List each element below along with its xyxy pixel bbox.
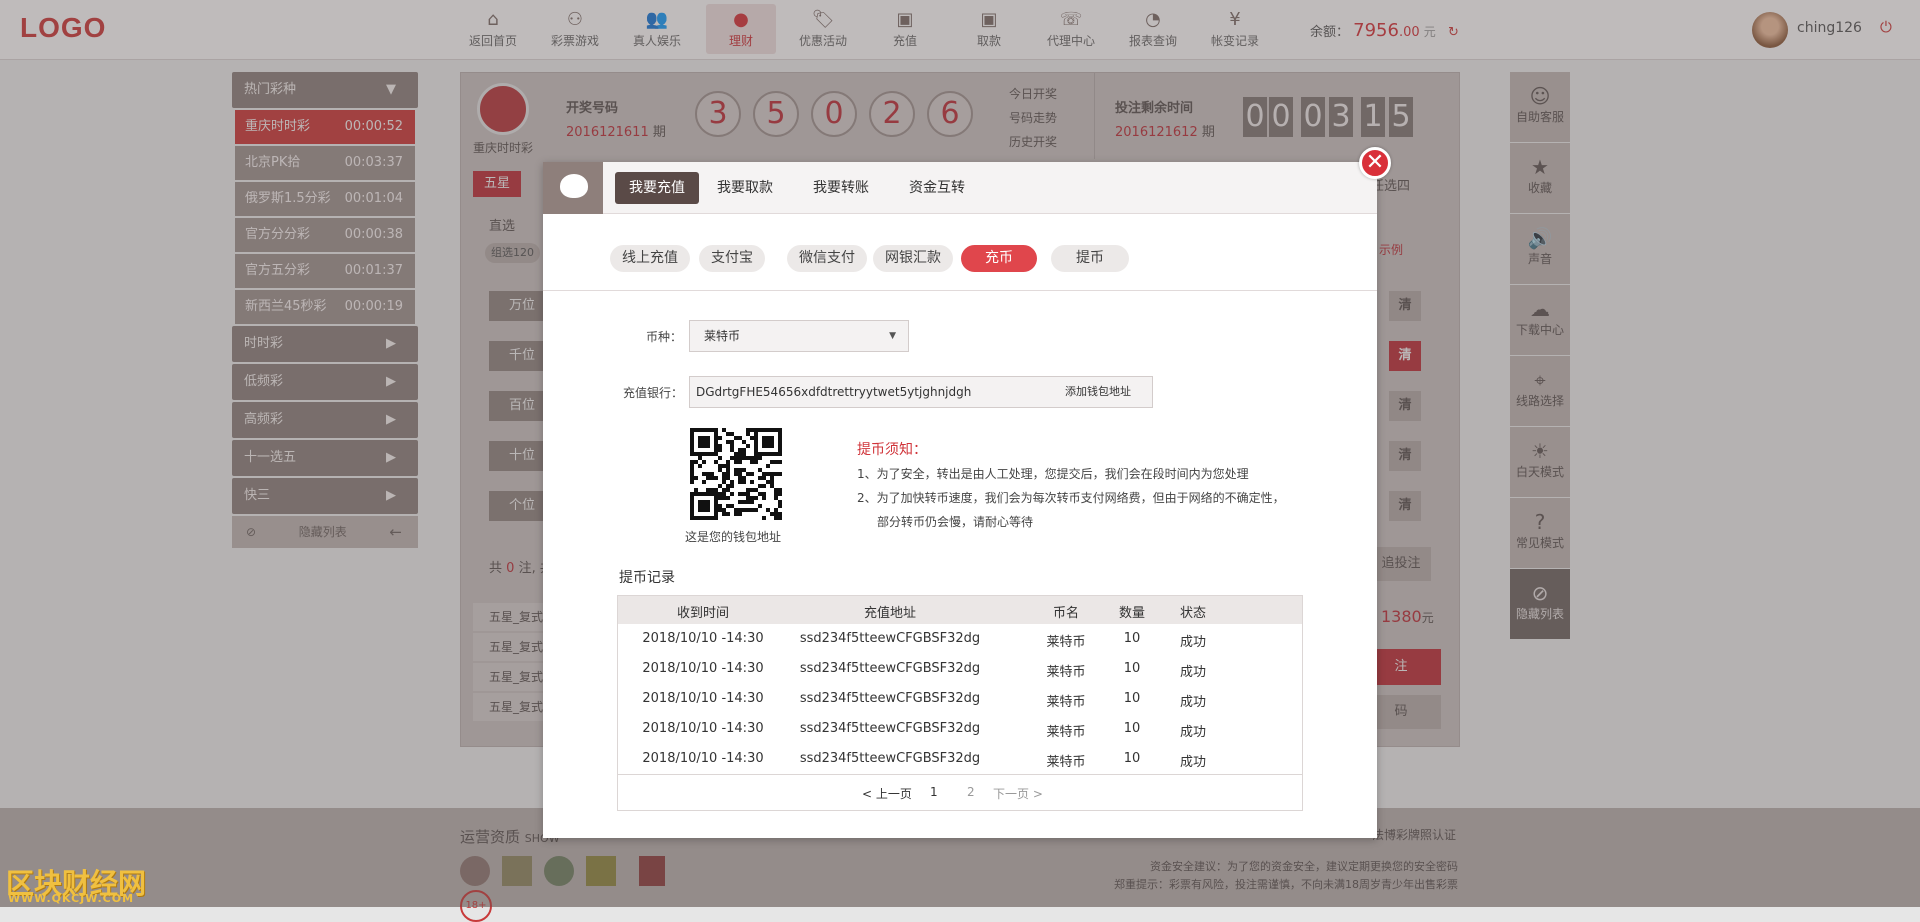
table-row: 2018/10/10 -14:30 ssd234f5tteewCFGBSF32dg… [618, 654, 1302, 684]
table-cell: 成功 [1179, 635, 1206, 650]
column-header: 收到时间 [676, 606, 729, 621]
wallet-address-field[interactable]: DGdrtgFHE54656xdfdtrettryytwet5ytjghnjdg… [689, 376, 1153, 408]
table-cell: 成功 [1179, 695, 1206, 710]
modal-tab-1[interactable]: 我要取款 [703, 172, 787, 204]
divider [543, 290, 1377, 291]
method-tab-5[interactable]: 提币 [1051, 245, 1129, 272]
table-row: 2018/10/10 -14:30 ssd234f5tteewCFGBSF32dg… [618, 684, 1302, 714]
qr-pattern [690, 428, 782, 520]
table-cell: 成功 [1179, 665, 1206, 680]
notice-line-2: 2、为了加快转币速度，我们会为每次转币支付网络费，但由于网络的不确定性， [857, 491, 1285, 505]
column-header: 状态 [1179, 606, 1206, 621]
notice-title: 提币须知： [857, 442, 927, 458]
table-cell: 2018/10/10 -14:30 [642, 751, 764, 766]
watermark-url: WWW.QKCJW.COM [8, 892, 135, 905]
modal-tab-2[interactable]: 我要转账 [799, 172, 883, 204]
table-cell: 成功 [1179, 755, 1206, 770]
method-tab-2[interactable]: 微信支付 [787, 245, 867, 272]
table-cell: 10 [1123, 691, 1141, 706]
pagination: < 上一页 1 2 下一页 > [618, 774, 1302, 810]
table-cell: 莱特币 [1046, 755, 1086, 770]
page-2-button[interactable]: 2 [967, 785, 975, 799]
next-page-button[interactable]: 下一页 > [993, 785, 1043, 802]
records-table: 收到时间 充值地址 币名 数量 状态 2018/10/10 -14:30 ssd234f5… [617, 595, 1303, 811]
add-wallet-button[interactable]: 添加钱包地址 [1044, 377, 1152, 407]
records-title: 提币记录 [619, 570, 675, 586]
table-cell: 莱特币 [1046, 725, 1086, 740]
bank-label: 充值银行： [623, 386, 684, 400]
method-tab-0[interactable]: 线上充值 [610, 245, 690, 272]
column-header: 充值地址 [863, 606, 916, 621]
table-cell: 2018/10/10 -14:30 [642, 691, 764, 706]
modal-tab-0[interactable]: 我要充值 [615, 172, 699, 204]
table-cell: 莱特币 [1046, 665, 1086, 680]
table-cell: ssd234f5tteewCFGBSF32dg [799, 661, 981, 676]
method-tab-4[interactable]: 充币 [961, 245, 1037, 272]
qr-code [690, 428, 782, 520]
table-header: 收到时间 充值地址 币名 数量 状态 [618, 596, 1302, 624]
coin-label: 币种： [646, 330, 683, 344]
table-cell: ssd234f5tteewCFGBSF32dg [799, 721, 981, 736]
notice-line-1: 1、为了安全，转出是由人工处理，您提交后，我们会在段时间内为您处理 [857, 467, 1249, 481]
table-row: 2018/10/10 -14:30 ssd234f5tteewCFGBSF32dg… [618, 744, 1302, 774]
prev-page-button[interactable]: < 上一页 [862, 785, 912, 802]
method-tab-1[interactable]: 支付宝 [699, 245, 765, 272]
table-cell: ssd234f5tteewCFGBSF32dg [799, 751, 981, 766]
column-header: 数量 [1118, 606, 1145, 621]
table-cell: 10 [1123, 721, 1141, 736]
table-row: 2018/10/10 -14:30 ssd234f5tteewCFGBSF32dg… [618, 714, 1302, 744]
page-1-button[interactable]: 1 [930, 785, 938, 799]
deposit-modal: 我要充值 我要取款 我要转账 资金互转 线上充值 支付宝 微信支付 网银汇款 充币 提币 币种：… [543, 162, 1377, 838]
table-cell: 10 [1123, 751, 1141, 766]
table-cell: 2018/10/10 -14:30 [642, 721, 764, 736]
coin-select-value: 莱特币 [704, 329, 741, 343]
table-cell: 10 [1123, 661, 1141, 676]
qr-caption: 这是您的钱包地址 [685, 530, 782, 544]
table-cell: ssd234f5tteewCFGBSF32dg [799, 631, 981, 646]
table-cell: 2018/10/10 -14:30 [642, 661, 764, 676]
table-cell: 莱特币 [1046, 635, 1086, 650]
close-icon[interactable]: ✕ [1359, 147, 1391, 179]
column-header: 币名 [1052, 606, 1079, 621]
table-body: 2018/10/10 -14:30 ssd234f5tteewCFGBSF32dg… [618, 624, 1302, 774]
notice-line-3: 部分转币仍会慢，请耐心等待 [877, 515, 1034, 529]
piggy-bank-icon [543, 162, 603, 214]
modal-tab-3[interactable]: 资金互转 [895, 172, 979, 204]
coin-select[interactable]: 莱特币 ▼ [689, 320, 909, 352]
table-row: 2018/10/10 -14:30 ssd234f5tteewCFGBSF32dg… [618, 624, 1302, 654]
modal-header: 我要充值 我要取款 我要转账 资金互转 [543, 162, 1377, 214]
table-cell: 成功 [1179, 725, 1206, 740]
table-cell: ssd234f5tteewCFGBSF32dg [799, 691, 981, 706]
caret-down-icon: ▼ [889, 331, 896, 341]
table-cell: 2018/10/10 -14:30 [642, 631, 764, 646]
wallet-address-value: DGdrtgFHE54656xdfdtrettryytwet5ytjghnjdg… [696, 385, 972, 399]
table-cell: 莱特币 [1046, 695, 1086, 710]
table-cell: 10 [1123, 631, 1141, 646]
method-tab-3[interactable]: 网银汇款 [873, 245, 953, 272]
